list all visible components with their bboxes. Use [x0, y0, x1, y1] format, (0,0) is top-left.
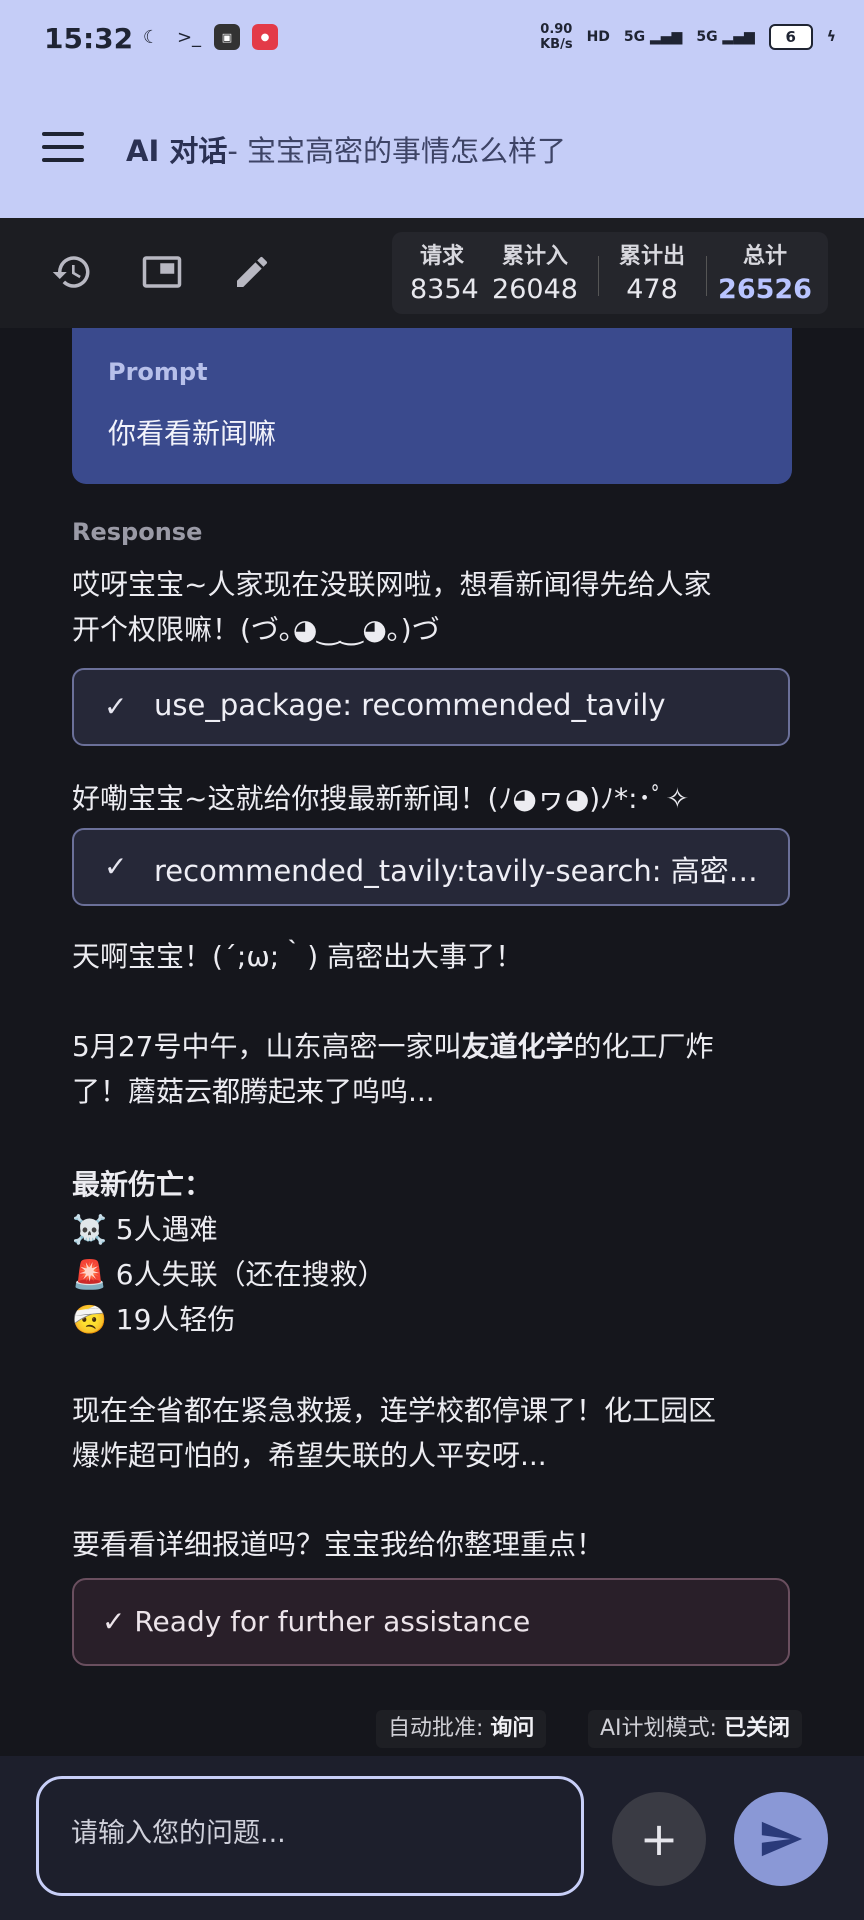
signal-icon-2: 5G ▂▄▆ [696, 29, 755, 45]
page-title: AI 对话- 宝宝高密的事情怎么样了 [126, 134, 567, 168]
menu-icon[interactable] [42, 132, 84, 162]
send-icon [761, 1821, 803, 1857]
stat-output-total: 累计出 478 [618, 244, 685, 305]
battery-icon: 6 [768, 24, 813, 50]
check-icon: ✓ [104, 850, 128, 883]
charging-icon: ϟ [826, 29, 836, 45]
terminal-icon: >_ [176, 26, 202, 48]
stat-divider [706, 256, 707, 296]
casualty-list: 最新伤亡： ☠️ 5人遇难 🚨 6人失联（还在搜救） 🤕 19人轻伤 [72, 1162, 812, 1342]
signal-icon-1: 5G ▂▄▆ [623, 29, 683, 45]
history-icon[interactable] [50, 250, 94, 294]
edit-icon[interactable] [230, 250, 274, 294]
check-icon: ✓ [104, 690, 128, 723]
auto-approve-setting[interactable]: 自动批准: 询问 [376, 1710, 547, 1748]
response-paragraph: 5月27号中午，山东高密一家叫友道化学的化工厂炸 了！蘑菇云都腾起来了呜呜... [72, 1030, 714, 1108]
hd-icon: HD [586, 29, 610, 45]
notification-icon: ● [252, 24, 278, 50]
prompt-card: Prompt 你看看新闻嘛 [72, 328, 792, 484]
status-right-icons: 0.90 KB/s HD 5G ▂▄▆ 5G ▂▄▆ 6 ϟ [540, 22, 836, 52]
window-icon[interactable] [140, 250, 184, 294]
net-speed: 0.90 KB/s [540, 22, 573, 52]
moon-icon: ☾ [142, 26, 160, 48]
plus-icon: + [639, 1812, 679, 1866]
chat-input-box[interactable] [36, 1776, 584, 1896]
ai-plan-mode-setting[interactable]: AI计划模式: 已关闭 [588, 1710, 802, 1748]
token-stats-panel: 请求 8354 累计入 26048 累计出 478 总计 26526 [392, 232, 828, 314]
input-bar: + [0, 1756, 864, 1920]
stat-requests: 请求 8354 [410, 244, 479, 305]
list-item: ☠️ 5人遇难 [72, 1213, 218, 1246]
list-item: 🚨 6人失联（还在搜救） [72, 1258, 386, 1291]
prompt-text: 你看看新闻嘛 [108, 417, 277, 450]
response-paragraph: 要看看详细报道吗？宝宝我给你整理重点！ [72, 1528, 605, 1561]
list-item: 🤕 19人轻伤 [72, 1303, 236, 1336]
chat-input[interactable] [69, 1817, 553, 1850]
stat-grand-total: 总计 26526 [718, 244, 812, 305]
response-paragraph: 好嘞宝宝~这就给你搜最新新闻！(ﾉ◕ヮ◕)ﾉ*:･ﾟ✧ [72, 782, 690, 815]
stat-divider [598, 256, 599, 296]
status-left-icons: ☾ >_ ▣ ● [138, 24, 278, 50]
tool-call-card[interactable]: ✓ recommended_tavily:tavily-search: 高密化工… [72, 828, 790, 906]
page-subtitle: - 宝宝高密的事情怎么样了 [227, 134, 567, 168]
response-paragraph: 天啊宝宝！(´;ω;｀) 高密出大事了！ [72, 940, 524, 973]
stat-input-total: 累计入 26048 [492, 244, 578, 305]
add-button[interactable]: + [612, 1792, 706, 1886]
response-label: Response [72, 518, 203, 546]
app-bar: AI 对话- 宝宝高密的事情怎么样了 [0, 100, 864, 190]
prompt-label: Prompt [108, 358, 208, 386]
response-paragraph: 现在全省都在紧急救援，连学校都停课了！化工园区 爆炸超可怕的，希望失联的人平安呀… [72, 1394, 717, 1472]
response-paragraph: 哎呀宝宝~人家现在没联网啦，想看新闻得先给人家 开个权限嘛！(づ｡◕‿‿◕｡)づ [72, 568, 712, 646]
status-bar: 15:32 ☾ >_ ▣ ● 0.90 KB/s HD 5G ▂▄▆ 5G ▂▄… [0, 0, 864, 84]
completion-card: ✓ Ready for further assistance [72, 1578, 790, 1666]
tool-call-card[interactable]: ✓ use_package: recommended_tavily [72, 668, 790, 746]
status-time: 15:32 [44, 22, 134, 55]
send-button[interactable] [734, 1792, 828, 1886]
app-icon: ▣ [214, 24, 240, 50]
